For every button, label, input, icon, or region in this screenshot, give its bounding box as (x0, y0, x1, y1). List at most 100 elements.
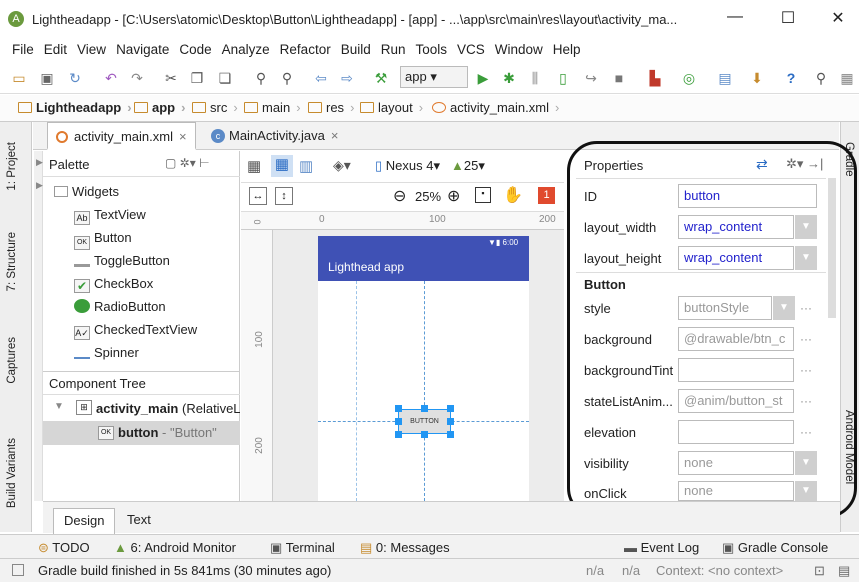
make-project-icon[interactable]: ⚒ (372, 70, 390, 86)
maximize-button[interactable]: ☐ (773, 8, 803, 28)
tab-mainactivity-java[interactable]: c MainActivity.java × (203, 122, 346, 150)
resize-handle[interactable] (447, 418, 454, 425)
breadcrumb-file[interactable]: activity_main.xml › (432, 100, 559, 115)
menu-vcs[interactable]: VCS (457, 38, 485, 62)
menu-view[interactable]: View (77, 38, 106, 62)
resize-handle[interactable] (421, 405, 428, 412)
back-icon[interactable]: ⇦ (312, 70, 330, 86)
captures-tool-tab[interactable]: Captures (6, 337, 18, 384)
find-icon[interactable]: ⚲ (252, 70, 270, 86)
orientation-icon[interactable]: ◈▾ (333, 157, 351, 174)
menu-code[interactable]: Code (179, 38, 211, 62)
palette-item-checkbox[interactable]: ✔ CheckBox (74, 276, 153, 293)
menu-help[interactable]: Help (553, 38, 581, 62)
replace-icon[interactable]: ⚲ (278, 70, 296, 86)
copy-icon[interactable]: ❐ (188, 70, 206, 86)
collapse-arrow-icon[interactable]: ▼ (54, 401, 64, 412)
cut-icon[interactable]: ✂ (162, 70, 180, 86)
resize-handle[interactable] (447, 405, 454, 412)
breadcrumb-src[interactable]: src › (192, 100, 238, 115)
save-icon[interactable]: ▣ (38, 70, 56, 86)
menu-analyze[interactable]: Analyze (222, 38, 270, 62)
both-views-icon[interactable]: ▥ (299, 157, 313, 175)
stop-icon[interactable]: ■ (610, 70, 628, 86)
resize-handle[interactable] (395, 431, 402, 438)
tab-text[interactable]: Text (117, 508, 161, 534)
android-device-monitor-icon[interactable]: ⬇ (748, 70, 766, 86)
event-log-tool-button[interactable]: ▬ Event Log (624, 540, 699, 555)
minimize-button[interactable]: — (720, 8, 750, 26)
design-view-icon[interactable]: ▦ (247, 157, 261, 175)
resize-handle[interactable] (421, 431, 428, 438)
palette-item-button[interactable]: OK Button (74, 230, 132, 250)
blueprint-view-icon[interactable]: ▦ (271, 155, 293, 177)
avd-manager-icon[interactable]: ▙ (646, 70, 664, 86)
zoom-fit-icon[interactable]: ▪ (475, 187, 491, 203)
menu-run[interactable]: Run (381, 38, 406, 62)
run-icon[interactable]: ▶ (474, 70, 492, 86)
breadcrumb-main[interactable]: main › (244, 100, 301, 115)
forward-icon[interactable]: ⇨ (338, 70, 356, 86)
fit-height-icon[interactable]: ↕ (275, 187, 293, 205)
open-folder-icon[interactable]: ▭ (10, 70, 28, 86)
api-selector[interactable]: ▲25▾ (451, 158, 485, 174)
tab-activity-main-xml[interactable]: activity_main.xml × (47, 122, 196, 150)
close-tab-icon[interactable]: × (331, 128, 339, 143)
palette-group-widgets[interactable]: Widgets (54, 184, 119, 199)
todo-tool-button[interactable]: ⊜ TODO (38, 540, 90, 556)
search-everywhere-icon[interactable]: ⚲ (812, 70, 830, 86)
palette-item-checkedtextview[interactable]: A✓ CheckedTextView (74, 322, 197, 340)
palette-settings-icon[interactable]: ▢ ✲▾ ⊢ (165, 156, 210, 170)
redo-icon[interactable]: ↷ (128, 70, 146, 86)
messages-tool-button[interactable]: ▤ 0: Messages (360, 540, 450, 556)
resize-handle[interactable] (447, 431, 454, 438)
zoom-in-icon[interactable]: ⊕ (447, 186, 460, 206)
memory-indicator-icon[interactable]: ▤ (838, 563, 850, 579)
tree-item-activity-main[interactable]: activity_main (RelativeLa (96, 401, 240, 416)
resize-handle[interactable] (395, 418, 402, 425)
palette-item-textview[interactable]: Ab TextView (74, 207, 146, 225)
apply-changes-icon[interactable]: ▯ (554, 70, 572, 86)
breadcrumb-layout[interactable]: layout › (360, 100, 423, 115)
tree-item-button[interactable]: OK button - "Button" (43, 421, 240, 445)
more-toolbar-icon[interactable]: ▦ (838, 70, 856, 86)
error-badge[interactable]: 1 (538, 187, 555, 204)
terminal-tool-button[interactable]: ▣ Terminal (270, 540, 335, 556)
toggle-tool-windows-icon[interactable] (12, 564, 24, 576)
menu-tools[interactable]: Tools (416, 38, 448, 62)
lock-icon[interactable]: ⊡ (814, 563, 825, 579)
menu-file[interactable]: File (12, 38, 34, 62)
palette-item-spinner[interactable]: Spinner (74, 345, 139, 360)
menu-build[interactable]: Build (341, 38, 371, 62)
build-variants-tool-tab[interactable]: Build Variants (6, 438, 18, 508)
fit-width-icon[interactable]: ↔ (249, 187, 267, 205)
gradle-console-tool-button[interactable]: ▣ Gradle Console (722, 540, 828, 556)
zoom-out-icon[interactable]: ⊖ (393, 186, 406, 206)
resize-handle[interactable] (395, 405, 402, 412)
expand-arrow-icon[interactable]: ▶ (36, 180, 43, 191)
sync-icon[interactable]: ↻ (66, 70, 84, 86)
close-tab-icon[interactable]: × (179, 129, 187, 144)
menu-edit[interactable]: Edit (44, 38, 67, 62)
profile-icon[interactable]: ⫼ (526, 70, 544, 86)
sdk-manager-icon[interactable]: ◎ (680, 70, 698, 86)
breadcrumb-res[interactable]: res › (308, 100, 354, 115)
device-selector[interactable]: ▯ Nexus 4▾ (375, 158, 440, 174)
menu-navigate[interactable]: Navigate (116, 38, 169, 62)
menu-window[interactable]: Window (495, 38, 543, 62)
pan-hand-icon[interactable]: ✋ (503, 185, 523, 205)
tab-design[interactable]: Design (53, 508, 116, 534)
breadcrumb-app[interactable]: app › (134, 100, 185, 115)
run-config-select[interactable]: app ▾ (400, 66, 468, 88)
breadcrumb-project[interactable]: Lightheadapp › (18, 100, 132, 115)
project-structure-icon[interactable]: ▤ (716, 70, 734, 86)
undo-icon[interactable]: ↶ (102, 70, 120, 86)
project-tool-tab[interactable]: 1: Project (6, 142, 18, 191)
palette-item-radiobutton[interactable]: RadioButton (74, 299, 166, 314)
expand-arrow-icon[interactable]: ▶ (36, 157, 43, 168)
android-monitor-tool-button[interactable]: ▲ 6: Android Monitor (114, 540, 236, 555)
paste-icon[interactable]: ❏ (216, 70, 234, 86)
help-icon[interactable]: ? (782, 70, 800, 86)
attach-debugger-icon[interactable]: ↪ (582, 70, 600, 86)
structure-tool-tab[interactable]: 7: Structure (6, 232, 18, 291)
